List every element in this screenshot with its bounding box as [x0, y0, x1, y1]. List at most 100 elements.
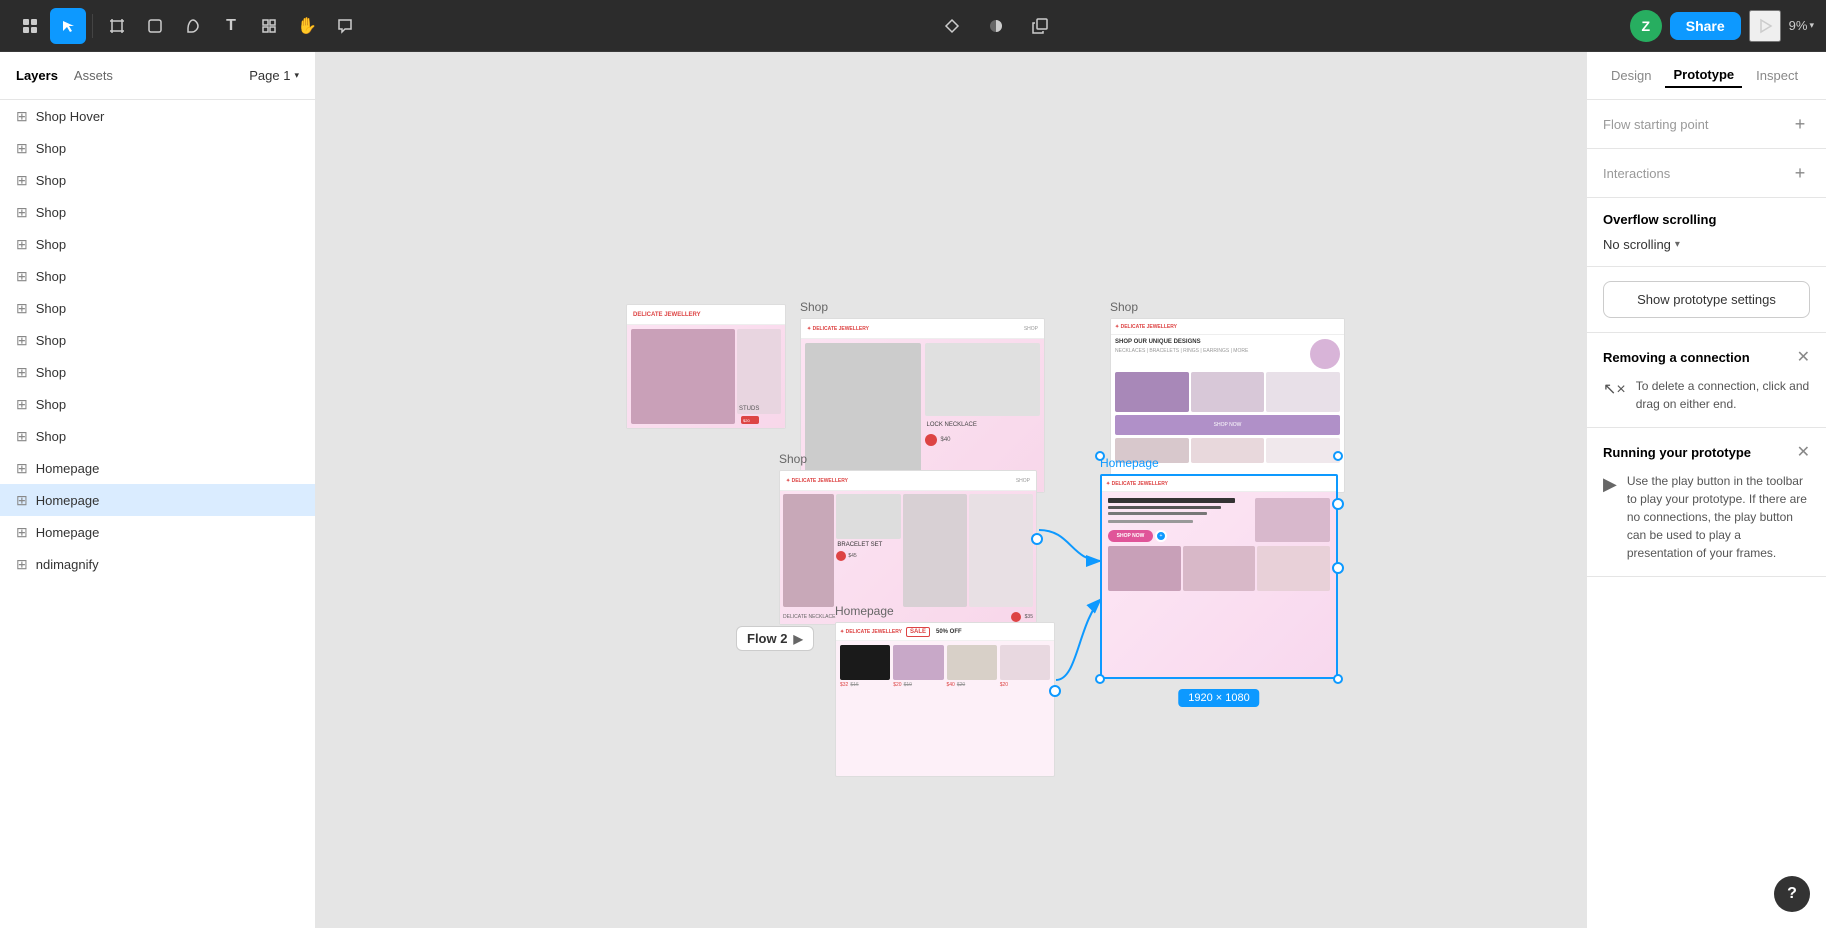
- frame-icon: ⊞: [16, 524, 28, 541]
- connection-handle[interactable]: [1031, 533, 1043, 545]
- canvas[interactable]: DELICATE JEWELLERY STUDS $20: [316, 52, 1586, 928]
- layer-item[interactable]: ⊞ Shop: [0, 164, 315, 196]
- zoom-chevron-icon: ▾: [1809, 20, 1814, 31]
- center-tools: [934, 8, 1058, 44]
- layer-item[interactable]: ⊞ Shop: [0, 292, 315, 324]
- page-selector-label: Page 1: [249, 68, 290, 83]
- layer-item[interactable]: ⊞ Homepage: [0, 516, 315, 548]
- frame-homepage-sale[interactable]: Homepage ✦ DELICATE JEWELLERY SALE 50% O…: [835, 604, 1055, 777]
- layer-item[interactable]: ⊞ Shop: [0, 228, 315, 260]
- layer-item[interactable]: ⊞ Shop: [0, 324, 315, 356]
- inspect-tab[interactable]: Inspect: [1748, 64, 1806, 87]
- component-tool-btn[interactable]: [251, 8, 287, 44]
- cursor-icon: ↖×: [1603, 379, 1626, 399]
- select-tool-btn[interactable]: [50, 8, 86, 44]
- share-button[interactable]: Share: [1670, 12, 1741, 40]
- frame-homepage-sale-label: Homepage: [835, 604, 1055, 618]
- running-prototype-panel: Running your prototype ✕ ▶ Use the play …: [1587, 428, 1826, 577]
- connection-dot-top[interactable]: [1332, 498, 1344, 510]
- connection-dot-right[interactable]: [1332, 562, 1344, 574]
- frame-thumbnail[interactable]: DELICATE JEWELLERY STUDS $20: [626, 304, 786, 429]
- overflow-scrolling-section: Overflow scrolling No scrolling ▾: [1587, 198, 1826, 267]
- add-flow-btn[interactable]: +: [1790, 114, 1810, 134]
- design-tab[interactable]: Design: [1603, 64, 1659, 87]
- removing-connection-text: To delete a connection, click and drag o…: [1636, 377, 1810, 413]
- removing-connection-close-btn[interactable]: ✕: [1797, 347, 1810, 367]
- frame-icon: ⊞: [16, 492, 28, 509]
- help-area: ?: [1587, 577, 1826, 928]
- assets-tab[interactable]: Assets: [74, 64, 113, 87]
- sale-badge: SALE: [906, 627, 930, 637]
- handle-bl[interactable]: [1095, 674, 1105, 684]
- frame-tool-btn[interactable]: [99, 8, 135, 44]
- removing-connection-header: Removing a connection ✕: [1603, 347, 1810, 367]
- component-center-btn[interactable]: [934, 8, 970, 44]
- help-button[interactable]: ?: [1774, 876, 1810, 912]
- running-prototype-title: Running your prototype: [1603, 445, 1751, 460]
- handle-br[interactable]: [1333, 674, 1343, 684]
- sale-item: $40 $20: [947, 645, 997, 688]
- play-icon: ▶: [1603, 474, 1617, 495]
- frame-size-label: 1920 × 1080: [1178, 689, 1259, 707]
- frame-shop-topleft[interactable]: DELICATE JEWELLERY STUDS $20: [626, 300, 786, 429]
- overflow-scrolling-dropdown[interactable]: No scrolling ▾: [1603, 237, 1810, 252]
- layer-item-selected[interactable]: ⊞ Homepage: [0, 484, 315, 516]
- layers-tab[interactable]: Layers: [16, 64, 58, 87]
- frame-shop2-label: Shop: [800, 300, 1045, 314]
- share-view-btn[interactable]: [1022, 8, 1058, 44]
- layer-item[interactable]: ⊞ Homepage: [0, 452, 315, 484]
- frame-homepage-selected[interactable]: Homepage ✦ DELICATE JEWELLERY: [1100, 456, 1338, 679]
- frame-icon: ⊞: [16, 300, 28, 317]
- frame-icon: ⊞: [16, 396, 28, 413]
- running-prototype-text: Use the play button in the toolbar to pl…: [1627, 472, 1810, 562]
- frame-icon: ⊞: [16, 268, 28, 285]
- show-proto-settings-section: Show prototype settings: [1587, 267, 1826, 333]
- layer-item[interactable]: ⊞ Shop: [0, 196, 315, 228]
- layer-item[interactable]: ⊞ Shop Hover: [0, 100, 315, 132]
- layer-item[interactable]: ⊞ Shop: [0, 260, 315, 292]
- flow-starting-point-header: Flow starting point +: [1603, 114, 1810, 134]
- frame-icon: ⊞: [16, 332, 28, 349]
- flow-starting-point-section: Flow starting point +: [1587, 100, 1826, 149]
- handle-tl[interactable]: [1095, 451, 1105, 461]
- toolbar: T ✋ Z Share 9% ▾: [0, 0, 1826, 52]
- add-interaction-btn[interactable]: +: [1790, 163, 1810, 183]
- play-prototype-btn[interactable]: [1749, 10, 1781, 42]
- flow-play-icon[interactable]: ▶: [793, 632, 802, 646]
- frame-shop3-label: Shop: [1110, 300, 1345, 314]
- page-selector[interactable]: Page 1 ▾: [249, 68, 299, 83]
- shape-tool-btn[interactable]: [137, 8, 173, 44]
- layer-item[interactable]: ⊞ Shop: [0, 356, 315, 388]
- grid-tool-btn[interactable]: [12, 8, 48, 44]
- frame-homepage-sale-thumbnail[interactable]: ✦ DELICATE JEWELLERY SALE 50% OFF $32 $1…: [835, 622, 1055, 777]
- layer-item[interactable]: ⊞ Shop: [0, 420, 315, 452]
- theme-btn[interactable]: [978, 8, 1014, 44]
- removing-connection-title: Removing a connection: [1603, 350, 1750, 365]
- frame-shop4[interactable]: Shop ✦ DELICATE JEWELLERY SHOP BRACELET …: [779, 452, 1037, 625]
- layer-item[interactable]: ⊞ Shop: [0, 388, 315, 420]
- layer-item[interactable]: ⊞ Shop: [0, 132, 315, 164]
- running-prototype-close-btn[interactable]: ✕: [1797, 442, 1810, 462]
- frame-shop4-thumbnail[interactable]: ✦ DELICATE JEWELLERY SHOP BRACELET SET $…: [779, 470, 1037, 625]
- frame-homepage-selected-thumbnail[interactable]: ✦ DELICATE JEWELLERY: [1100, 474, 1338, 679]
- frame-icon: ⊞: [16, 460, 28, 477]
- prototype-tab[interactable]: Prototype: [1665, 63, 1742, 88]
- handle-tr[interactable]: [1333, 451, 1343, 461]
- layers-list: ⊞ Shop Hover ⊞ Shop ⊞ Shop ⊞ Shop ⊞ Shop…: [0, 100, 315, 928]
- text-tool-btn[interactable]: T: [213, 8, 249, 44]
- comment-tool-btn[interactable]: [327, 8, 363, 44]
- pen-tool-btn[interactable]: [175, 8, 211, 44]
- frame-icon: ⊞: [16, 364, 28, 381]
- user-avatar[interactable]: Z: [1630, 10, 1662, 42]
- jewelry-header: ✦ DELICATE JEWELLERY SHOP: [801, 319, 1044, 339]
- flow-badge[interactable]: Flow 2 ▶: [736, 626, 814, 651]
- left-tool-group: T ✋: [12, 8, 363, 44]
- zoom-control[interactable]: 9% ▾: [1789, 18, 1814, 33]
- right-panel: Design Prototype Inspect Flow starting p…: [1586, 52, 1826, 928]
- layer-item[interactable]: ⊞ ndimagnify: [0, 548, 315, 580]
- canvas-content: DELICATE JEWELLERY STUDS $20: [316, 52, 1586, 928]
- divider1: [92, 14, 93, 38]
- connection-handle-sale[interactable]: [1049, 685, 1061, 697]
- show-prototype-settings-btn[interactable]: Show prototype settings: [1603, 281, 1810, 318]
- hand-tool-btn[interactable]: ✋: [289, 8, 325, 44]
